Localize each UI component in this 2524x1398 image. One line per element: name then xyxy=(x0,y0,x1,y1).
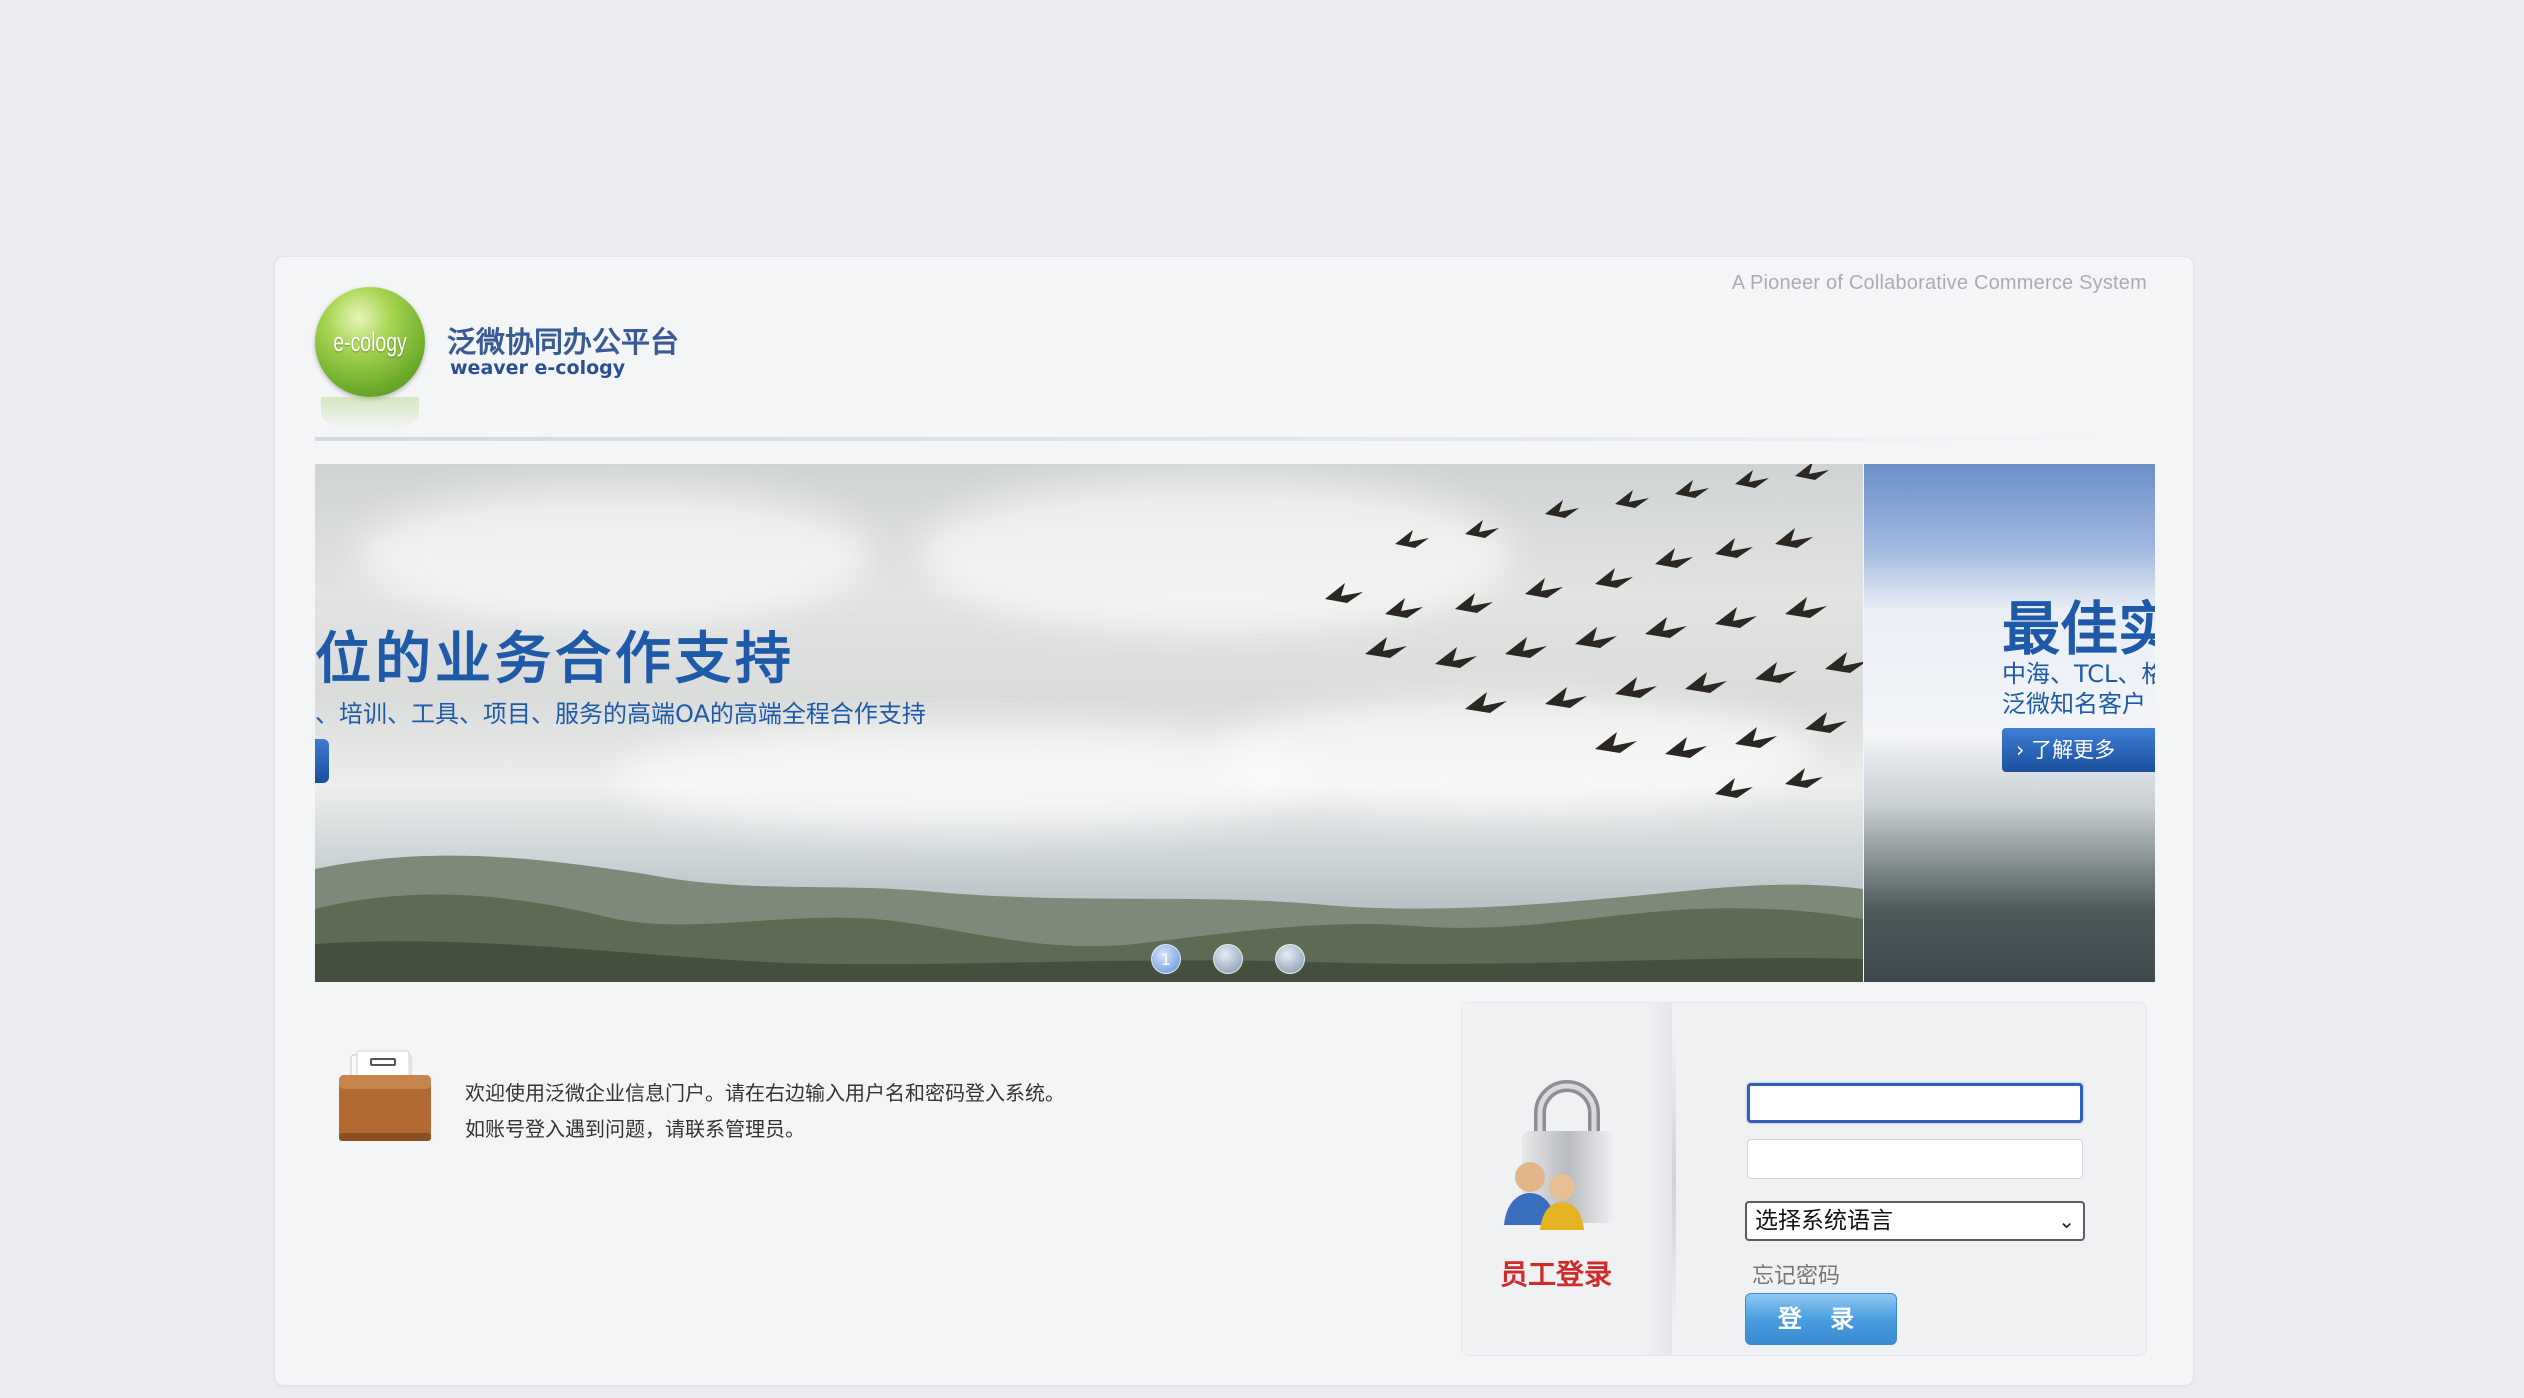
forgot-password-link[interactable]: 忘记密码 xyxy=(1752,1258,1840,1290)
header-divider xyxy=(315,437,2115,441)
chevron-down-icon: ⌄ xyxy=(2058,1209,2075,1233)
slide-indicators: 1 xyxy=(1151,944,1305,974)
logo-text: e-cology xyxy=(333,326,407,357)
chevron-right-icon: › xyxy=(2016,738,2032,762)
login-panel: 员工登录 选择系统语言 ⌄ 忘记密码 登 录 xyxy=(1461,1002,2147,1356)
welcome-line-2: 如账号登入遇到问题，请联系管理员。 xyxy=(465,1117,805,1141)
slide-dot-3[interactable] xyxy=(1275,944,1305,974)
login-page-container: A Pioneer of Collaborative Commerce Syst… xyxy=(274,256,2194,1386)
ecology-logo: e-cology xyxy=(315,287,425,397)
banner-slide[interactable]: 位的业务合作支持 、培训、工具、项目、服务的高端OA的高端全程合作支持 1 xyxy=(315,464,1863,982)
learn-more-button[interactable]: › 了解更多 xyxy=(2002,728,2155,772)
banner-subtitle: 、培训、工具、项目、服务的高端OA的高端全程合作支持 xyxy=(315,700,926,728)
welcome-message: 欢迎使用泛微企业信息门户。请在右边输入用户名和密码登入系统。 如账号登入遇到问题… xyxy=(465,1075,1065,1147)
slide-dot-1[interactable]: 1 xyxy=(1151,944,1181,974)
learn-more-label: 了解更多 xyxy=(2031,738,2116,762)
next-banner-line-2: 泛微知名客户 xyxy=(2002,690,2146,718)
brand-title-en: weaver e-cology xyxy=(450,357,626,379)
welcome-line-1: 欢迎使用泛微企业信息门户。请在右边输入用户名和密码登入系统。 xyxy=(465,1081,1065,1105)
employee-login-title: 员工登录 xyxy=(1500,1258,1613,1291)
language-select[interactable]: 选择系统语言 ⌄ xyxy=(1745,1201,2085,1241)
slide-dot-2[interactable] xyxy=(1213,944,1243,974)
login-button[interactable]: 登 录 xyxy=(1745,1293,1897,1345)
banner-title: 位的业务合作支持 xyxy=(315,627,795,692)
brand-title-cn: 泛微协同办公平台 xyxy=(447,325,680,359)
language-select-value: 选择系统语言 xyxy=(1755,1208,1893,1234)
briefcase-icon xyxy=(339,1050,431,1141)
username-input[interactable] xyxy=(1747,1083,2083,1123)
lock-users-icon xyxy=(1504,1080,1614,1230)
banner-slide-next[interactable]: 最佳实 中海、TCL、格 泛微知名客户 › 了解更多 xyxy=(1864,464,2155,982)
tagline: A Pioneer of Collaborative Commerce Syst… xyxy=(1731,272,2147,294)
password-input[interactable] xyxy=(1747,1139,2083,1179)
banner-more-button[interactable] xyxy=(315,739,329,783)
logo-reflection xyxy=(321,397,419,431)
